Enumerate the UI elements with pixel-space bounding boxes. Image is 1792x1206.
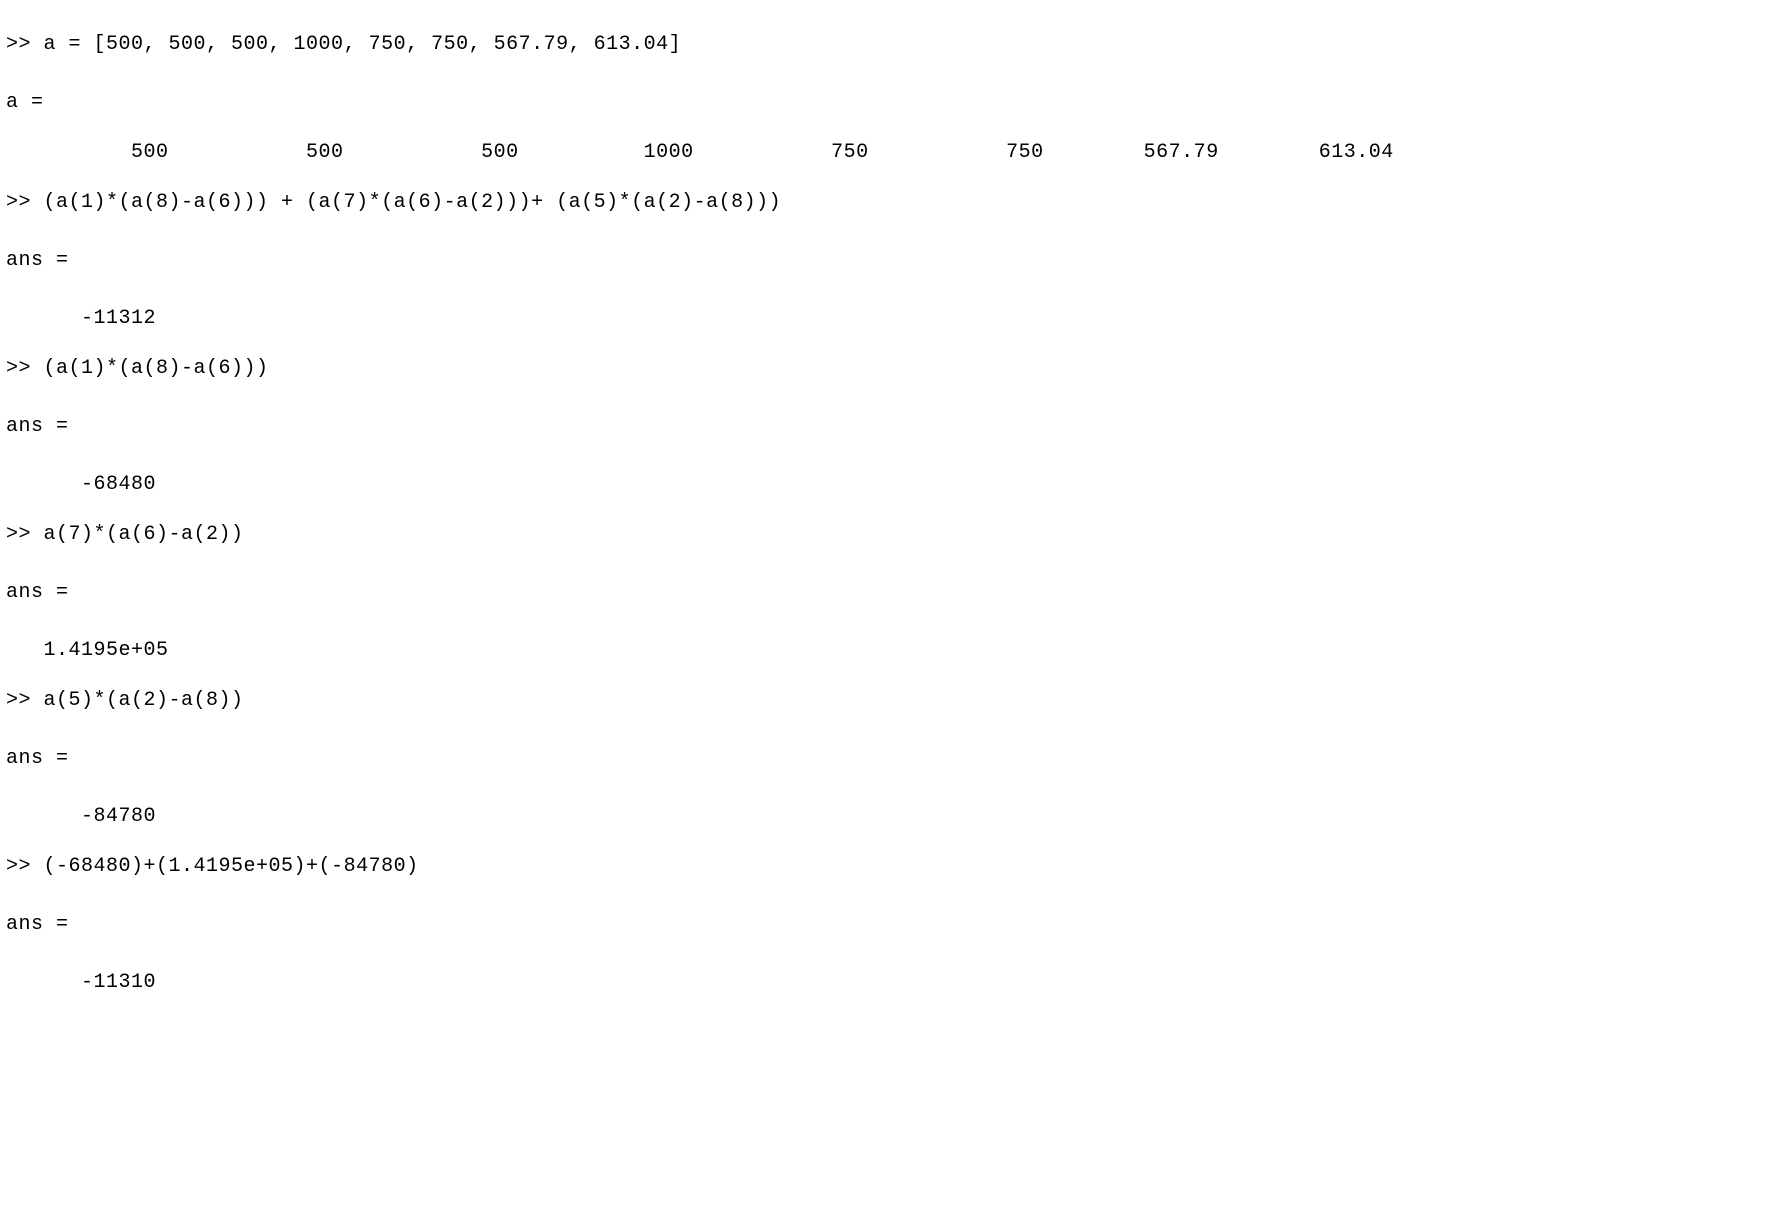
variable-header: a = (6, 88, 1792, 118)
command-text: a(7)*(a(6)-a(2)) (44, 523, 244, 546)
command-line-5[interactable]: >> a(5)*(a(2)-a(8)) (6, 686, 1792, 716)
command-text: (a(1)*(a(8)-a(6))) (44, 357, 269, 380)
ans-value: -68480 (6, 470, 1792, 500)
prompt-icon: >> (6, 523, 44, 546)
ans-value: 1.4195e+05 (6, 636, 1792, 666)
array-output-row: 500 500 500 1000 750 750 567.79 613.04 (6, 138, 1792, 168)
command-line-1[interactable]: >> a = [500, 500, 500, 1000, 750, 750, 5… (6, 30, 1792, 60)
prompt-icon: >> (6, 689, 44, 712)
ans-value: -11312 (6, 304, 1792, 334)
command-text: a(5)*(a(2)-a(8)) (44, 689, 244, 712)
ans-header: ans = (6, 578, 1792, 608)
prompt-icon: >> (6, 855, 44, 878)
prompt-icon: >> (6, 191, 44, 214)
prompt-icon: >> (6, 33, 44, 56)
command-line-3[interactable]: >> (a(1)*(a(8)-a(6))) (6, 354, 1792, 384)
ans-header: ans = (6, 246, 1792, 276)
command-text: a = [500, 500, 500, 1000, 750, 750, 567.… (44, 33, 682, 56)
command-line-6[interactable]: >> (-68480)+(1.4195e+05)+(-84780) (6, 852, 1792, 882)
ans-header: ans = (6, 910, 1792, 940)
ans-value: -11310 (6, 968, 1792, 998)
command-line-2[interactable]: >> (a(1)*(a(8)-a(6))) + (a(7)*(a(6)-a(2)… (6, 188, 1792, 218)
ans-header: ans = (6, 412, 1792, 442)
command-text: (-68480)+(1.4195e+05)+(-84780) (44, 855, 419, 878)
prompt-icon: >> (6, 357, 44, 380)
ans-value: -84780 (6, 802, 1792, 832)
command-text: (a(1)*(a(8)-a(6))) + (a(7)*(a(6)-a(2)))+… (44, 191, 782, 214)
ans-header: ans = (6, 744, 1792, 774)
command-line-4[interactable]: >> a(7)*(a(6)-a(2)) (6, 520, 1792, 550)
